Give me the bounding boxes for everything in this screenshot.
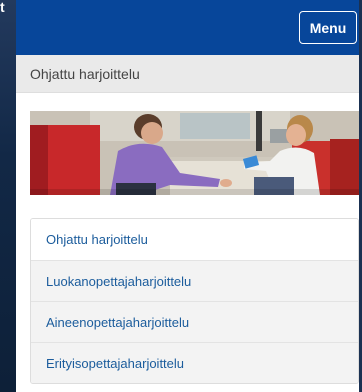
section-title: Ohjattu harjoittelu — [30, 65, 140, 82]
page-background — [0, 0, 16, 392]
top-navigation-bar: Menu — [16, 0, 359, 55]
hero-photo-illustration — [30, 111, 359, 195]
corner-text-fragment: t — [0, 0, 5, 15]
nav-item-aineenopettajaharjoittelu[interactable]: Aineenopettajaharjoittelu — [31, 301, 358, 342]
hero-image — [30, 111, 359, 195]
nav-item-ohjattu-harjoittelu[interactable]: Ohjattu harjoittelu — [31, 219, 358, 260]
content-panel: Ohjattu harjoittelu Ohjattu harjoittelu … — [16, 55, 359, 392]
menu-button[interactable]: Menu — [299, 11, 357, 44]
section-header: Ohjattu harjoittelu — [16, 55, 359, 93]
nav-item-luokanopettajaharjoittelu[interactable]: Luokanopettajaharjoittelu — [31, 260, 358, 301]
nav-item-erityisopettajaharjoittelu[interactable]: Erityisopettajaharjoittelu — [31, 342, 358, 383]
sub-navigation-list: Ohjattu harjoittelu Luokanopettajaharjoi… — [30, 218, 359, 384]
